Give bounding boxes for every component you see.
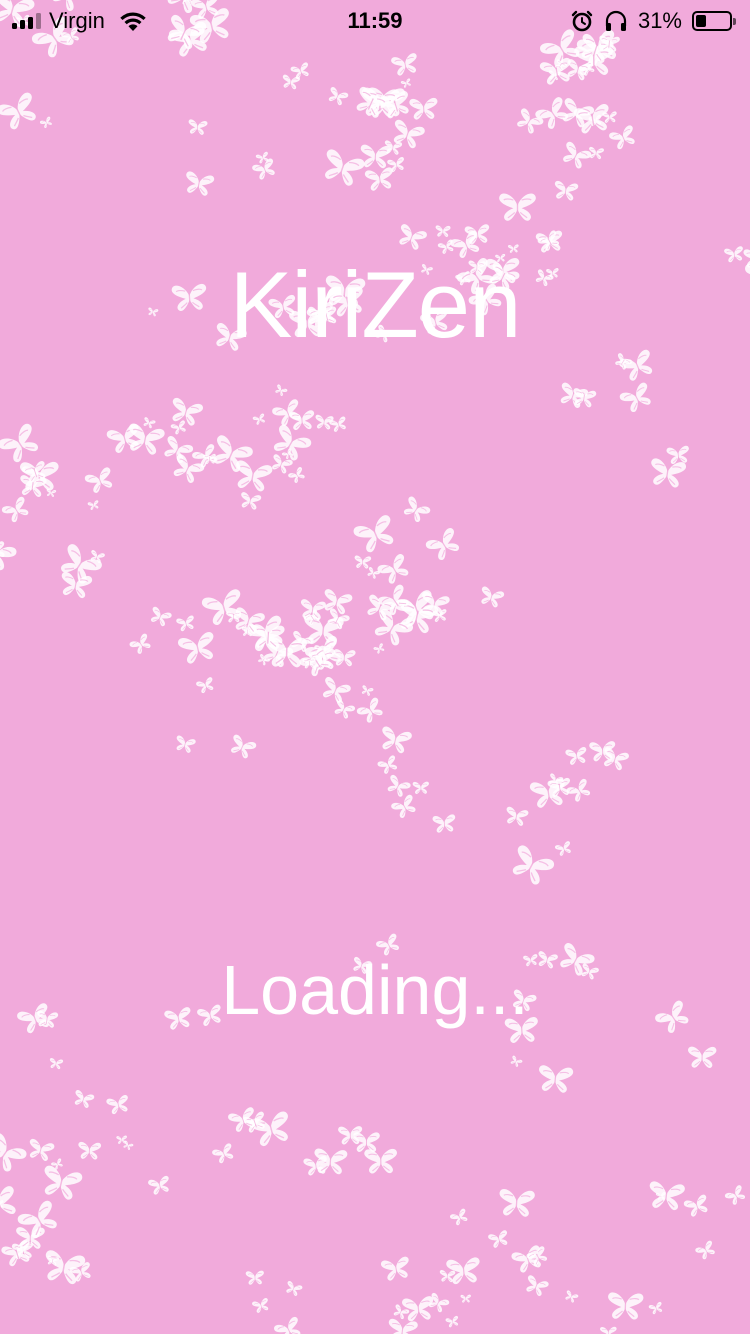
battery-fill: [696, 15, 706, 27]
battery-icon: [692, 10, 736, 32]
battery-percent: 31%: [637, 8, 682, 33]
butterfly-pattern-background: [0, 0, 750, 1334]
alarm-icon: [571, 10, 593, 32]
app-title: KiriZen: [229, 252, 522, 357]
status-right: 31%: [570, 7, 736, 35]
battery-body: [692, 11, 732, 31]
status-bar: Virgin 11:59 31%: [0, 0, 750, 40]
splash-screen: Virgin 11:59 31% KiriZen Loading...: [0, 0, 750, 1334]
battery-tip: [733, 17, 736, 25]
loading-text: Loading...: [221, 951, 529, 1029]
headphones-icon: [605, 10, 627, 31]
